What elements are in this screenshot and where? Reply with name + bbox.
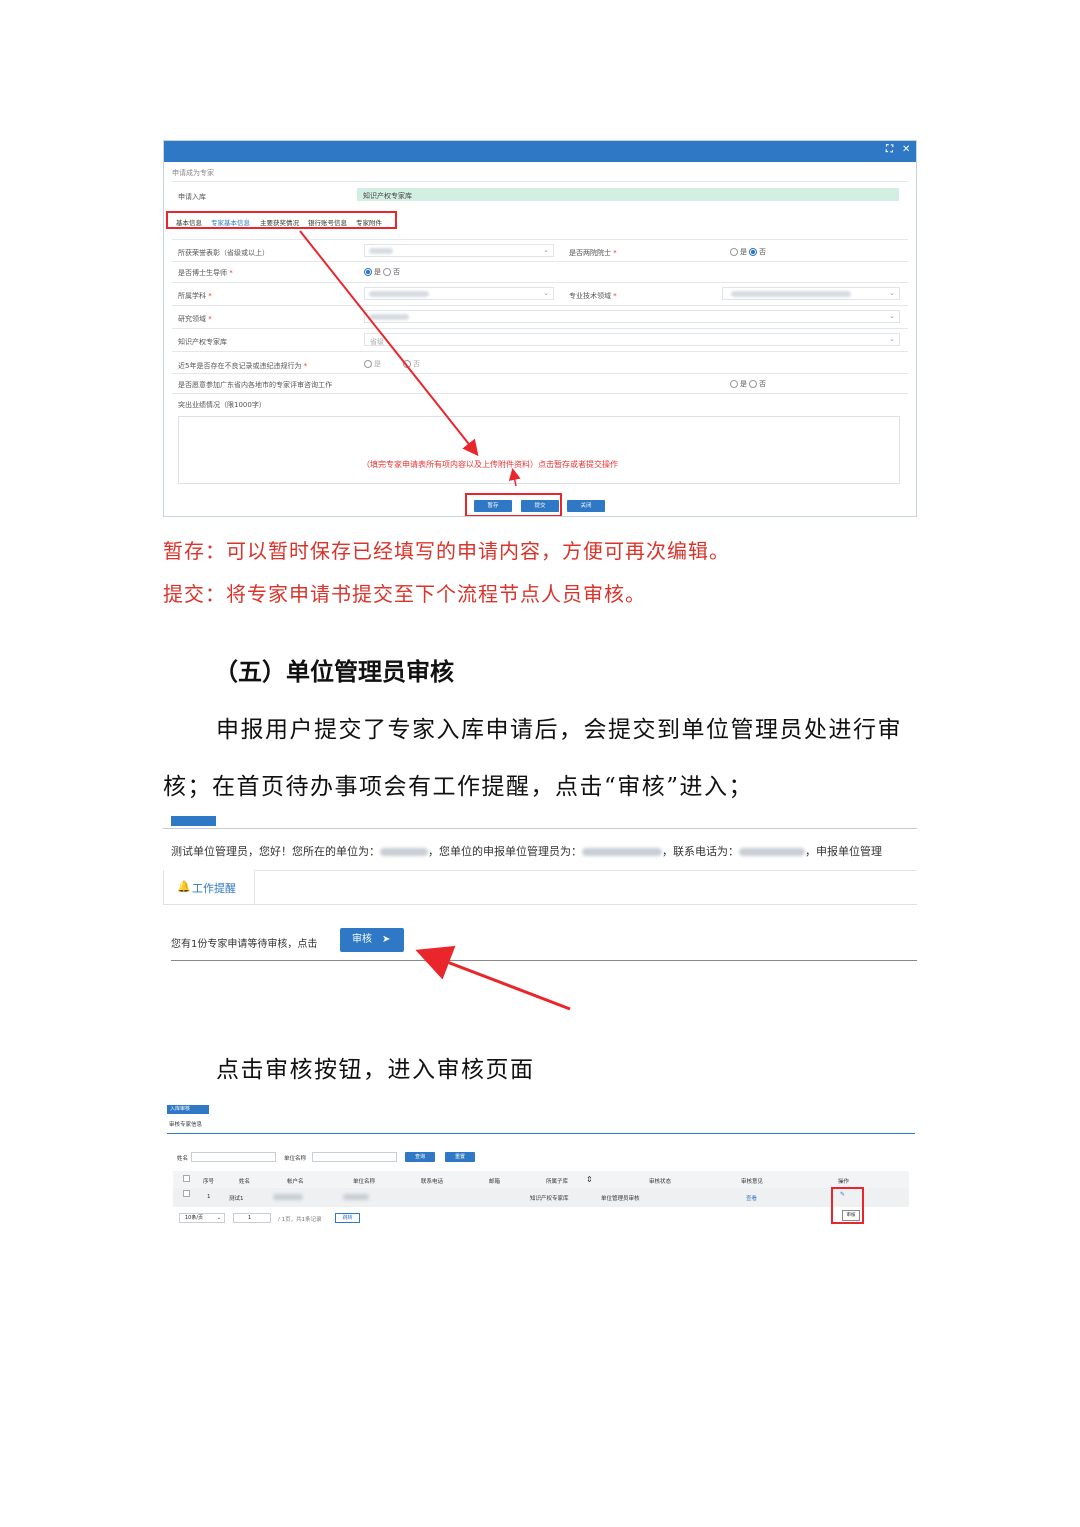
table-row: 1 测试1 知识产权专家库 单位管理员审核 查看 ✎ (173, 1188, 909, 1207)
name-input[interactable] (191, 1152, 276, 1162)
view-opinion-link[interactable]: 查看 (746, 1194, 757, 1202)
col-status: 审核状态 (649, 1179, 672, 1185)
query-button[interactable]: 查询 (405, 1152, 435, 1162)
section-heading: （五）单位管理员审核 (214, 657, 454, 686)
filter-unit-label: 单位名称 (284, 1156, 307, 1162)
review-highlight-box (831, 1187, 864, 1224)
col-action: 操作 (838, 1179, 850, 1185)
paragraph-review-page: 点击审核按钮，进入审核页面 (216, 1057, 535, 1083)
col-unit: 单位名称 (353, 1179, 376, 1185)
pointer-arrow (415, 945, 571, 1011)
select-all-checkbox[interactable] (183, 1175, 190, 1182)
row-library: 知识产权专家库 (530, 1196, 569, 1202)
review-list-screenshot: 入库审核 审核专家信息 姓名 单位名称 查询 重置 序号 姓名 帐户名 单位名称… (163, 1103, 917, 1235)
row-index: 1 (207, 1194, 211, 1200)
reset-button[interactable]: 重置 (445, 1152, 475, 1162)
col-phone: 联系电话 (421, 1179, 444, 1185)
row-name: 测试1 (229, 1196, 244, 1202)
tab-ruku-review[interactable]: 入库审核 (167, 1105, 209, 1114)
pointer-arrows (299, 230, 521, 487)
col-email: 邮箱 (489, 1179, 501, 1185)
dashboard-screenshot: 测试单位管理员，您好！您所在的单位为： ，您单位的申报单位管理员为： ，联系电话为：… (163, 812, 917, 1012)
paragraph-line-2: 核；在首页待办事项会有工作提醒，点击“审核”进入； (163, 774, 754, 800)
col-library: 所属子库 (546, 1179, 569, 1185)
unit-input[interactable] (312, 1152, 397, 1162)
page-number-input[interactable]: 1 (233, 1213, 271, 1223)
expert-application-modal: ⛶ ✕ 申请成为专家 申请入库 知识产权专家库 基本信息 专家基本信息 主要获奖… (163, 140, 917, 517)
arrow-to-annotation (299, 230, 479, 457)
submit-description: 提交：将专家申请书提交至下个流程节点人员审核。 (163, 582, 646, 606)
col-index: 序号 (203, 1179, 215, 1185)
col-name: 姓名 (239, 1179, 251, 1185)
paragraph-line-1: 申报用户提交了专家入库申请后，会提交到单位管理员处进行审 (216, 717, 902, 743)
row-checkbox[interactable] (183, 1190, 190, 1197)
col-account: 帐户名 (287, 1179, 304, 1185)
page-size-select[interactable]: 10条/页 ⌄ (179, 1213, 225, 1223)
results-table: 序号 姓名 帐户名 单位名称 联系电话 邮箱 所属子库 ⇕ 审核状态 审核意见 … (173, 1171, 909, 1207)
section-title: 审核专家信息 (169, 1122, 203, 1128)
sort-icon[interactable]: ⇕ (586, 1175, 593, 1184)
arrow-from-buttons (508, 468, 521, 487)
row-status: 单位管理员审核 (601, 1196, 640, 1202)
filter-name-label: 姓名 (177, 1156, 189, 1162)
go-page-button[interactable]: 跳转 (335, 1213, 360, 1223)
save-description: 暂存：可以暂时保存已经填写的申请内容，方便可再次编辑。 (163, 539, 730, 563)
col-opinion: 审核意见 (741, 1179, 764, 1185)
page-info: / 1页，共1条记录 (278, 1217, 322, 1223)
